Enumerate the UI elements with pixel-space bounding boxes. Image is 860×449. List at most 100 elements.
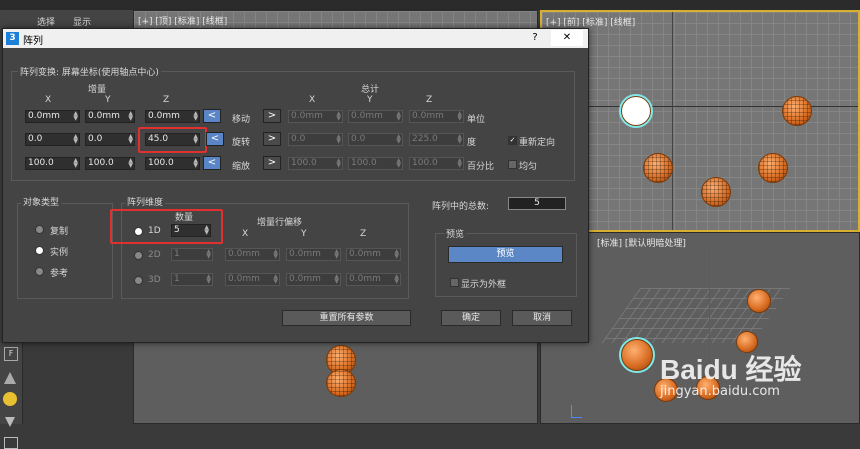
light-icon[interactable] [3, 392, 17, 406]
dim-2d-count[interactable]: 1 ▲ ▼ [171, 248, 213, 261]
reset-all-button[interactable]: 重置所有参数 [282, 310, 411, 326]
uniform-label: 均匀 [519, 162, 538, 172]
move-total-x[interactable]: 0.0mm ▲ ▼ [288, 110, 343, 123]
scale-inc-z[interactable]: 100.0 ▲ ▼ [145, 157, 200, 170]
scale-total-z[interactable]: 100.0 ▲ ▼ [409, 157, 464, 170]
dim-3d-count[interactable]: 1 ▲ ▼ [171, 273, 213, 286]
total-axis-x-label: X [309, 95, 316, 105]
scale-right-arrow-button[interactable]: > [263, 156, 281, 170]
rotate-unit-label: 度 [467, 138, 477, 148]
viewport-left[interactable] [133, 338, 538, 424]
help-button[interactable]: ? [523, 30, 547, 46]
3dsmax-logo-icon: 3 [6, 32, 19, 45]
increment-label: 增量 [88, 85, 107, 95]
scale-label: 缩放 [232, 162, 251, 172]
watermark-brand: Baidu 经验 [660, 354, 802, 385]
top-strip [0, 0, 860, 10]
preview-header: 预览 [444, 227, 467, 240]
dim-3d-offset-z[interactable]: 0.0mm ▲ ▼ [346, 273, 401, 286]
object-type-header: 对象类型 [21, 195, 62, 208]
cancel-button[interactable]: 取消 [512, 310, 572, 326]
scale-left-arrow-button[interactable]: < [203, 156, 221, 170]
dim-1d-count[interactable]: 5 ▲ ▼ [171, 224, 211, 237]
rotate-inc-x[interactable]: 0.0 ▲ ▼ [25, 133, 80, 146]
filter-icon[interactable] [5, 417, 15, 427]
rotate-left-arrow-button[interactable]: < [206, 132, 224, 146]
rotate-total-y[interactable]: 0.0 ▲ ▼ [348, 133, 403, 146]
scale-inc-x[interactable]: 100.0 ▲ ▼ [25, 157, 80, 170]
box-icon[interactable] [4, 437, 18, 449]
selection-ring [619, 337, 655, 373]
menu-display[interactable]: 显示 [73, 15, 91, 28]
dim-2d-offset-y[interactable]: 0.0mm ▲ ▼ [286, 248, 341, 261]
total-in-array-label: 阵列中的总数: [432, 202, 490, 212]
sphere-object [643, 153, 673, 183]
display-as-box-label: 显示为外框 [461, 280, 507, 290]
sphere-object [782, 96, 812, 126]
dim-2d-label: 2D [148, 250, 161, 260]
frame-icon[interactable]: F [4, 347, 18, 361]
reorient-label: 重新定向 [519, 138, 556, 148]
instance-radio[interactable] [35, 246, 44, 255]
viewport-perspective-label[interactable]: [标准] [默认明暗处理] [597, 236, 686, 249]
move-left-arrow-button[interactable]: < [203, 109, 221, 123]
copy-label: 复制 [50, 227, 69, 237]
row-offset-label: 增量行偏移 [257, 218, 303, 228]
array-dialog: 3 阵列 ? ✕ 阵列变换: 屏幕坐标(使用轴点中心) 增量 总计 X Y Z … [2, 28, 589, 343]
move-total-y[interactable]: 0.0mm ▲ ▼ [348, 110, 403, 123]
ok-button[interactable]: 确定 [441, 310, 501, 326]
transform-header: 阵列变换: 屏幕坐标(使用轴点中心) [18, 65, 161, 78]
rotate-total-x[interactable]: 0.0 ▲ ▼ [288, 133, 343, 146]
dim-1d-radio[interactable] [134, 227, 143, 236]
dim-3d-offset-y[interactable]: 0.0mm ▲ ▼ [286, 273, 341, 286]
scale-total-x[interactable]: 100.0 ▲ ▼ [288, 157, 343, 170]
reorient-checkbox[interactable]: ✓ [508, 136, 517, 145]
viewport-front-label[interactable]: [+] [前] [标准] [线框] [546, 15, 635, 28]
axis-line [709, 243, 710, 363]
rotate-inc-y[interactable]: 0.0 ▲ ▼ [85, 133, 135, 146]
offset-axis-z-label: Z [360, 229, 367, 239]
reference-label: 参考 [50, 269, 69, 279]
rotate-total-z[interactable]: 225.0 ▲ ▼ [409, 133, 464, 146]
cone-icon[interactable] [4, 372, 16, 384]
move-inc-x[interactable]: 0.0mm ▲ ▼ [25, 110, 80, 123]
axis-line [672, 12, 673, 230]
dim-2d-radio[interactable] [134, 251, 143, 260]
offset-axis-y-label: Y [301, 229, 307, 239]
sphere-object [747, 289, 771, 313]
total-in-array-field: 5 [508, 197, 566, 210]
move-label: 移动 [232, 115, 251, 125]
close-button[interactable]: ✕ [551, 30, 583, 46]
dim-3d-offset-x[interactable]: 0.0mm ▲ ▼ [225, 273, 280, 286]
move-inc-y[interactable]: 0.0mm ▲ ▼ [85, 110, 135, 123]
rotate-label: 旋转 [232, 138, 251, 148]
axis-z-label: Z [163, 95, 170, 105]
rotate-right-arrow-button[interactable]: > [263, 132, 281, 146]
move-inc-z[interactable]: 0.0mm ▲ ▼ [145, 110, 200, 123]
scale-unit-label: 百分比 [467, 162, 495, 172]
dim-3d-radio[interactable] [134, 276, 143, 285]
dim-2d-offset-x[interactable]: 0.0mm ▲ ▼ [225, 248, 280, 261]
highlight-box [138, 127, 207, 153]
copy-radio[interactable] [35, 225, 44, 234]
menu-select[interactable]: 选择 [37, 15, 55, 28]
preview-button[interactable]: 预览 [448, 246, 563, 263]
dialog-titlebar[interactable]: 3 阵列 ? ✕ [3, 29, 588, 48]
scale-inc-y[interactable]: 100.0 ▲ ▼ [85, 157, 135, 170]
move-total-z[interactable]: 0.0mm ▲ ▼ [409, 110, 464, 123]
axis-gizmo-icon [571, 405, 582, 418]
dim-1d-label: 1D [148, 226, 161, 236]
reference-radio[interactable] [35, 267, 44, 276]
display-as-box-checkbox[interactable] [450, 278, 459, 287]
totals-label: 总计 [361, 85, 380, 95]
total-axis-y-label: Y [367, 95, 373, 105]
total-axis-z-label: Z [426, 95, 433, 105]
axis-x-label: X [45, 95, 52, 105]
dim-2d-offset-z[interactable]: 0.0mm ▲ ▼ [346, 248, 401, 261]
uniform-checkbox[interactable] [508, 160, 517, 169]
instance-label: 实例 [50, 248, 69, 258]
viewport-top-label[interactable]: [+] [顶] [标准] [线框] [138, 14, 227, 27]
sphere-object [701, 177, 731, 207]
move-right-arrow-button[interactable]: > [263, 109, 281, 123]
scale-total-y[interactable]: 100.0 ▲ ▼ [348, 157, 403, 170]
